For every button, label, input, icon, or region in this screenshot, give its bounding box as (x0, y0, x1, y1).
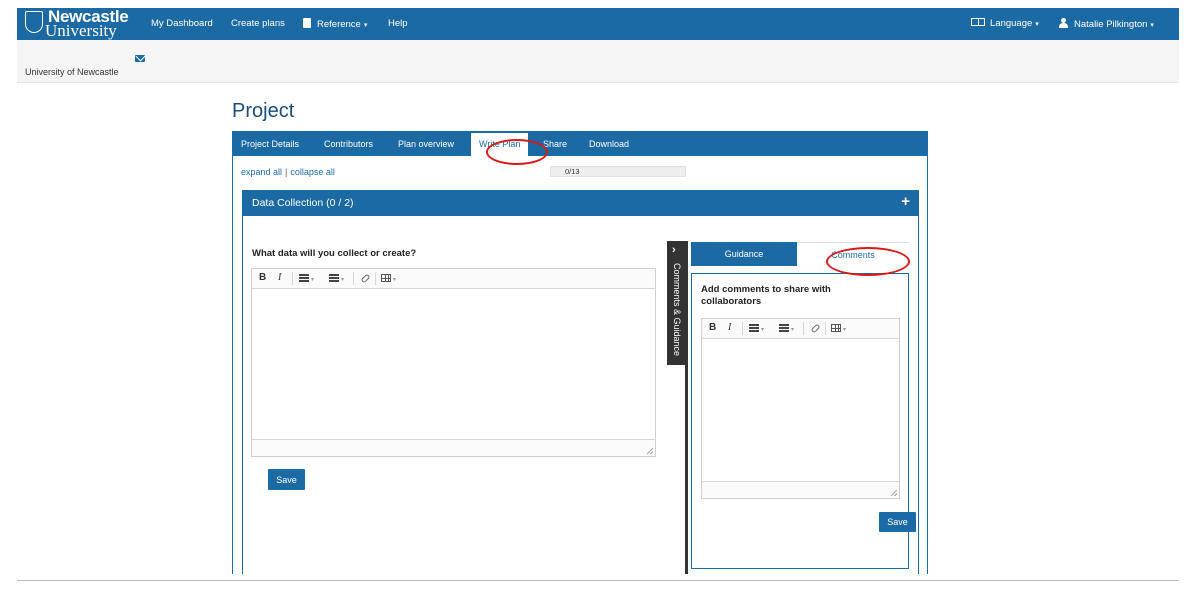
progress-text: 0/13 (565, 167, 580, 176)
link-button[interactable] (810, 323, 821, 335)
chevron-right-icon: › (672, 244, 676, 256)
comment-editor-toolbar: B I ▾ ▾ ▾ (702, 319, 899, 339)
expand-collapse-links: expand all | collapse all (241, 167, 335, 177)
bullet-list-icon (749, 324, 759, 332)
tab-project-details[interactable]: Project Details (241, 139, 299, 149)
toolbar-divider (375, 272, 376, 285)
toolbar-divider (292, 272, 293, 285)
tab-guidance[interactable]: Guidance (691, 242, 797, 266)
answer-editor[interactable]: B I ▾ ▾ ▾ (251, 268, 656, 457)
caret-down-icon: ▾ (393, 277, 397, 283)
comment-text-area[interactable] (702, 340, 899, 480)
toolbar-divider (825, 322, 826, 335)
caret-down-icon: ▾ (1035, 21, 1039, 28)
caret-down-icon: ▾ (791, 327, 795, 333)
numbered-list-icon (329, 274, 339, 282)
tab-download[interactable]: Download (589, 139, 629, 149)
numbered-list-icon (779, 324, 789, 332)
editor-statusbar (702, 481, 899, 498)
link-separator: | (285, 167, 288, 177)
bullet-list-button[interactable]: ▾ (749, 324, 764, 335)
side-panel-divider (685, 241, 688, 574)
resize-grip-icon[interactable] (647, 448, 653, 454)
nav-help[interactable]: Help (388, 18, 408, 29)
top-navbar: Newcastle University My Dashboard Create… (17, 7, 1179, 40)
answer-text-area[interactable] (252, 290, 655, 438)
table-button[interactable]: ▾ (831, 324, 846, 335)
nav-my-dashboard[interactable]: My Dashboard (151, 18, 213, 29)
crest-icon (25, 11, 43, 33)
table-icon (381, 274, 391, 282)
logo-line-2: University (45, 21, 117, 40)
link-icon (360, 273, 371, 284)
bold-button[interactable]: B (709, 322, 716, 333)
plus-icon[interactable]: + (901, 193, 910, 210)
annotation-circle-comments (826, 247, 910, 276)
save-comment-button[interactable]: Save (879, 512, 916, 532)
nav-user-menu[interactable]: Natalie Pilkington ▾ (1059, 18, 1154, 30)
page-title: Project (232, 100, 295, 122)
book-icon (303, 18, 311, 28)
table-icon (831, 324, 841, 332)
comment-editor[interactable]: B I ▾ ▾ ▾ (701, 318, 900, 499)
caret-down-icon: ▾ (1150, 22, 1154, 29)
collapse-all-link[interactable]: collapse all (290, 167, 335, 177)
caret-down-icon: ▾ (363, 22, 368, 29)
caret-down-icon: ▾ (311, 277, 315, 283)
italic-button[interactable]: I (728, 322, 731, 333)
caret-down-icon: ▾ (843, 327, 847, 333)
nav-create-plans[interactable]: Create plans (231, 18, 285, 29)
org-bar: University of Newcastle (17, 40, 1179, 83)
toolbar-divider (742, 322, 743, 335)
toolbar-divider (353, 272, 354, 285)
numbered-list-button[interactable]: ▾ (329, 274, 344, 285)
question-label: What data will you collect or create? (252, 248, 417, 259)
nav-reference[interactable]: Reference ▾ (303, 18, 367, 30)
save-answer-button[interactable]: Save (268, 469, 305, 490)
bold-button[interactable]: B (259, 272, 266, 283)
toolbar-divider (803, 322, 804, 335)
comments-guidance-toggle[interactable]: › Comments & Guidance (667, 241, 686, 365)
tab-contributors[interactable]: Contributors (324, 139, 373, 149)
org-name: University of Newcastle (25, 67, 119, 77)
annotation-circle-write-plan (486, 139, 548, 165)
numbered-list-button[interactable]: ▾ (779, 324, 794, 335)
nav-language[interactable]: Language ▾ (971, 18, 1039, 29)
expand-all-link[interactable]: expand all (241, 167, 282, 177)
progress-bar: 0/13 (550, 166, 686, 177)
nav-reference-label: Reference (317, 19, 361, 30)
caret-down-icon: ▾ (761, 327, 765, 333)
link-button[interactable] (360, 273, 371, 285)
section-title: Data Collection (0 / 2) (252, 197, 354, 209)
nav-user-label: Natalie Pilkington (1074, 19, 1148, 30)
section-header[interactable]: Data Collection (0 / 2) + (242, 190, 919, 216)
caret-down-icon: ▾ (341, 277, 345, 283)
language-icon (971, 18, 985, 26)
university-logo[interactable]: Newcastle University (25, 7, 137, 40)
editor-statusbar (252, 439, 655, 456)
bullet-list-icon (299, 274, 309, 282)
nav-language-label: Language (990, 18, 1033, 29)
table-button[interactable]: ▾ (381, 274, 396, 285)
bullet-list-button[interactable]: ▾ (299, 274, 314, 285)
link-icon (810, 323, 821, 334)
tab-plan-overview[interactable]: Plan overview (398, 139, 454, 149)
italic-button[interactable]: I (278, 272, 281, 283)
plan-tabs: Project Details Contributors Plan overvi… (232, 131, 928, 156)
comments-heading: Add comments to share with collaborators (701, 284, 831, 307)
user-icon (1059, 18, 1068, 28)
mail-icon[interactable] (135, 55, 145, 62)
side-tab-label: Comments & Guidance (672, 263, 682, 357)
bottom-border (17, 580, 1179, 581)
editor-toolbar: B I ▾ ▾ ▾ (252, 269, 655, 289)
resize-grip-icon[interactable] (891, 490, 897, 496)
